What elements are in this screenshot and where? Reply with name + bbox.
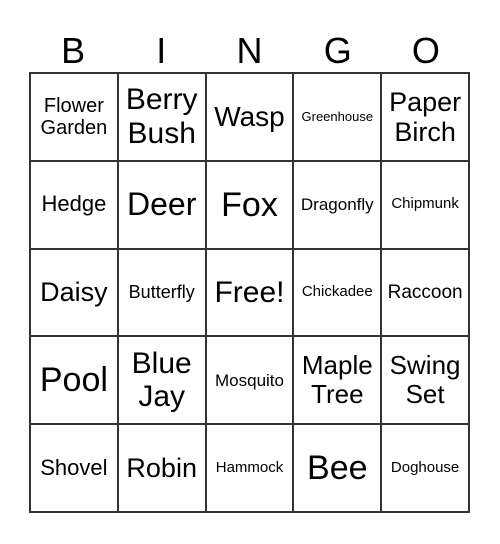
bingo-cell[interactable]: Wasp <box>205 73 294 161</box>
bingo-cell[interactable]: Blue Jay <box>117 336 206 425</box>
bingo-cell[interactable]: Robin <box>117 424 206 512</box>
header-letter-n: N <box>236 30 263 71</box>
header-letter-i: I <box>156 30 167 71</box>
bingo-cell[interactable]: Hammock <box>205 424 294 512</box>
bingo-cell[interactable]: Shovel <box>30 424 118 512</box>
header-letter-g: G <box>323 30 352 71</box>
header-letter-b: B <box>61 30 86 71</box>
bingo-cell[interactable]: Dragonfly <box>293 160 382 249</box>
bingo-cell[interactable]: Free! <box>205 248 294 337</box>
bingo-cell[interactable]: Mosquito <box>205 336 294 425</box>
bingo-cell[interactable]: Berry Bush <box>117 73 206 161</box>
bingo-cell[interactable]: Flower Garden <box>30 73 118 161</box>
bingo-cell[interactable]: Raccoon <box>381 248 469 337</box>
bingo-cell[interactable]: Deer <box>117 160 206 249</box>
bingo-header: B I N G O <box>29 30 470 72</box>
bingo-cell[interactable]: Doghouse <box>381 424 469 512</box>
bingo-cell[interactable]: Chipmunk <box>381 160 469 249</box>
bingo-cell[interactable]: Fox <box>205 160 294 249</box>
bingo-cell[interactable]: Bee <box>293 424 382 512</box>
bingo-cell[interactable]: Maple Tree <box>293 336 382 425</box>
bingo-grid: Flower Garden Berry Bush Wasp Greenhouse Pap… <box>29 72 470 513</box>
bingo-cell[interactable]: Chickadee <box>293 248 382 337</box>
bingo-cell[interactable]: Hedge <box>30 160 118 249</box>
bingo-cell[interactable]: Butterfly <box>117 248 206 337</box>
bingo-cell[interactable]: Daisy <box>30 248 118 337</box>
bingo-cell[interactable]: Swing Set <box>381 336 469 425</box>
bingo-cell[interactable]: Pool <box>30 336 118 425</box>
bingo-cell[interactable]: Paper Birch <box>381 73 469 161</box>
header-letter-o: O <box>411 30 440 71</box>
bingo-cell[interactable]: Greenhouse <box>293 73 382 161</box>
